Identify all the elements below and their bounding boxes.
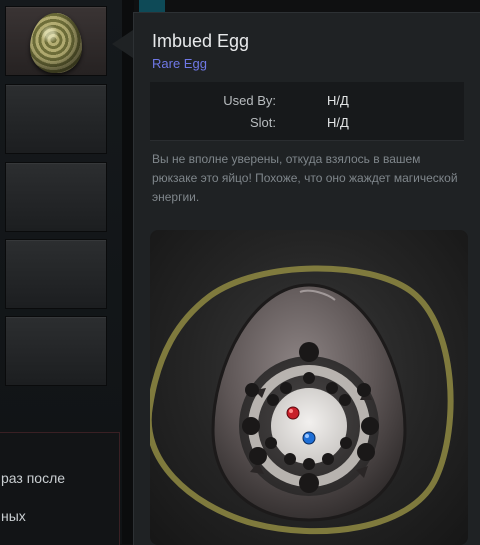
- hole: [284, 453, 296, 465]
- hole: [299, 342, 319, 362]
- stat-value-slot: Н/Д: [327, 115, 349, 130]
- hole: [339, 394, 351, 406]
- hole: [280, 382, 292, 394]
- chat-line: ных: [1, 508, 26, 524]
- accent-bar: [139, 0, 165, 12]
- red-gem: [286, 406, 300, 420]
- hole: [357, 443, 375, 461]
- inventory-slot-empty[interactable]: [5, 239, 107, 309]
- item-tooltip: Imbued Egg Rare Egg Used By: Н/Д Slot: Н…: [133, 12, 480, 545]
- item-rarity: Rare Egg: [152, 56, 207, 71]
- blue-gem: [302, 431, 316, 445]
- hole: [245, 383, 259, 397]
- item-stats: Used By: Н/Д Slot: Н/Д: [150, 82, 464, 141]
- hole: [249, 447, 267, 465]
- hole: [303, 372, 315, 384]
- egg-icon: [30, 13, 82, 73]
- hole: [326, 382, 338, 394]
- item-description: Вы не вполне уверены, откуда взялось в в…: [152, 152, 458, 204]
- stat-label-used-by: Used By:: [223, 93, 276, 108]
- hole: [242, 417, 260, 435]
- stat-label-slot: Slot:: [249, 115, 276, 130]
- inventory-slot-imbued-egg[interactable]: [5, 6, 107, 76]
- tooltip-pointer: [112, 30, 133, 58]
- hole: [299, 473, 319, 493]
- red-gem-highlight: [289, 409, 293, 413]
- hole: [267, 394, 279, 406]
- center-plate: [271, 388, 347, 464]
- chat-panel: раз после ных: [0, 432, 120, 545]
- item-title: Imbued Egg: [152, 31, 250, 51]
- inventory-slot-empty[interactable]: [5, 162, 107, 232]
- hole: [303, 458, 315, 470]
- hole: [340, 437, 352, 449]
- inventory-slot-empty[interactable]: [5, 316, 107, 386]
- stat-value-used-by: Н/Д: [327, 93, 349, 108]
- hole: [322, 453, 334, 465]
- egg-artwork-svg: [150, 265, 454, 535]
- hole: [361, 417, 379, 435]
- item-artwork: [150, 230, 468, 545]
- blue-gem-highlight: [305, 434, 309, 438]
- chat-line: раз после: [1, 470, 66, 486]
- hole: [265, 437, 277, 449]
- inventory-slot-empty[interactable]: [5, 84, 107, 154]
- hole: [357, 383, 371, 397]
